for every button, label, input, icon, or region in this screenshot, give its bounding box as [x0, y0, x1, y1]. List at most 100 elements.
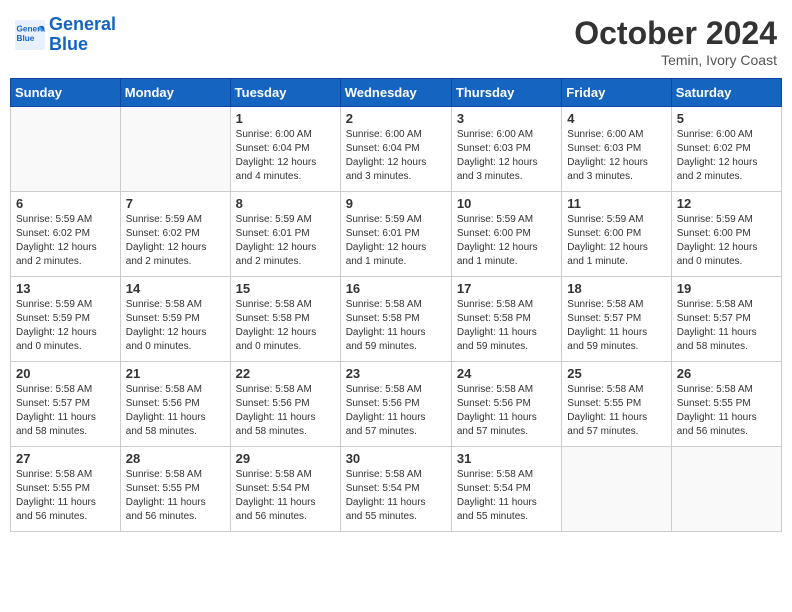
logo: General Blue GeneralBlue	[15, 15, 116, 55]
week-row: 13 Sunrise: 5:59 AM Sunset: 5:59 PM Dayli…	[11, 277, 782, 362]
week-row: 27 Sunrise: 5:58 AM Sunset: 5:55 PM Dayli…	[11, 447, 782, 532]
calendar-cell: 23 Sunrise: 5:58 AM Sunset: 5:56 PM Dayli…	[340, 362, 451, 447]
calendar-cell: 9 Sunrise: 5:59 AM Sunset: 6:01 PM Daylig…	[340, 192, 451, 277]
weekday-header: Saturday	[671, 79, 781, 107]
day-number: 15	[236, 281, 335, 296]
week-row: 1 Sunrise: 6:00 AM Sunset: 6:04 PM Daylig…	[11, 107, 782, 192]
calendar-cell: 4 Sunrise: 6:00 AM Sunset: 6:03 PM Daylig…	[562, 107, 671, 192]
title-block: October 2024 Temin, Ivory Coast	[574, 15, 777, 68]
day-info: Sunrise: 5:59 AM Sunset: 6:02 PM Dayligh…	[16, 213, 115, 269]
day-number: 17	[457, 281, 556, 296]
calendar-cell	[562, 447, 671, 532]
day-info: Sunrise: 5:58 AM Sunset: 5:58 PM Dayligh…	[346, 298, 446, 354]
calendar-cell: 3 Sunrise: 6:00 AM Sunset: 6:03 PM Daylig…	[451, 107, 561, 192]
location: Temin, Ivory Coast	[574, 52, 777, 68]
day-number: 16	[346, 281, 446, 296]
day-number: 9	[346, 196, 446, 211]
calendar-cell: 14 Sunrise: 5:58 AM Sunset: 5:59 PM Dayli…	[120, 277, 230, 362]
day-info: Sunrise: 5:58 AM Sunset: 5:55 PM Dayligh…	[16, 468, 115, 524]
day-info: Sunrise: 5:59 AM Sunset: 5:59 PM Dayligh…	[16, 298, 115, 354]
week-row: 20 Sunrise: 5:58 AM Sunset: 5:57 PM Dayli…	[11, 362, 782, 447]
day-info: Sunrise: 5:59 AM Sunset: 6:01 PM Dayligh…	[236, 213, 335, 269]
day-number: 31	[457, 451, 556, 466]
weekday-header: Sunday	[11, 79, 121, 107]
day-info: Sunrise: 6:00 AM Sunset: 6:04 PM Dayligh…	[236, 128, 335, 184]
day-number: 11	[567, 196, 665, 211]
calendar-cell: 1 Sunrise: 6:00 AM Sunset: 6:04 PM Daylig…	[230, 107, 340, 192]
weekday-header: Wednesday	[340, 79, 451, 107]
calendar: SundayMondayTuesdayWednesdayThursdayFrid…	[10, 78, 782, 532]
day-number: 27	[16, 451, 115, 466]
weekday-header-row: SundayMondayTuesdayWednesdayThursdayFrid…	[11, 79, 782, 107]
calendar-cell: 20 Sunrise: 5:58 AM Sunset: 5:57 PM Dayli…	[11, 362, 121, 447]
day-info: Sunrise: 5:58 AM Sunset: 5:56 PM Dayligh…	[126, 383, 225, 439]
day-info: Sunrise: 5:58 AM Sunset: 5:56 PM Dayligh…	[346, 383, 446, 439]
weekday-header: Thursday	[451, 79, 561, 107]
day-info: Sunrise: 5:59 AM Sunset: 6:00 PM Dayligh…	[457, 213, 556, 269]
day-number: 25	[567, 366, 665, 381]
day-info: Sunrise: 5:58 AM Sunset: 5:55 PM Dayligh…	[126, 468, 225, 524]
calendar-cell: 2 Sunrise: 6:00 AM Sunset: 6:04 PM Daylig…	[340, 107, 451, 192]
day-number: 22	[236, 366, 335, 381]
day-info: Sunrise: 5:58 AM Sunset: 5:55 PM Dayligh…	[677, 383, 776, 439]
calendar-cell: 29Sunrise: 5:58 AM Sunset: 5:54 PM Dayli…	[230, 447, 340, 532]
day-number: 10	[457, 196, 556, 211]
day-number: 8	[236, 196, 335, 211]
day-info: Sunrise: 5:58 AM Sunset: 5:54 PM Dayligh…	[236, 468, 335, 524]
day-info: Sunrise: 5:58 AM Sunset: 5:54 PM Dayligh…	[346, 468, 446, 524]
day-info: Sunrise: 5:58 AM Sunset: 5:54 PM Dayligh…	[457, 468, 556, 524]
day-info: Sunrise: 5:58 AM Sunset: 5:59 PM Dayligh…	[126, 298, 225, 354]
day-info: Sunrise: 6:00 AM Sunset: 6:03 PM Dayligh…	[567, 128, 665, 184]
calendar-cell: 8 Sunrise: 5:59 AM Sunset: 6:01 PM Daylig…	[230, 192, 340, 277]
calendar-cell	[671, 447, 781, 532]
day-number: 14	[126, 281, 225, 296]
day-number: 7	[126, 196, 225, 211]
day-number: 21	[126, 366, 225, 381]
svg-text:Blue: Blue	[17, 34, 35, 43]
calendar-cell: 12 Sunrise: 5:59 AM Sunset: 6:00 PM Dayli…	[671, 192, 781, 277]
day-number: 5	[677, 111, 776, 126]
day-number: 3	[457, 111, 556, 126]
day-info: Sunrise: 6:00 AM Sunset: 6:04 PM Dayligh…	[346, 128, 446, 184]
day-number: 26	[677, 366, 776, 381]
calendar-cell: 26 Sunrise: 5:58 AM Sunset: 5:55 PM Dayli…	[671, 362, 781, 447]
calendar-cell: 17 Sunrise: 5:58 AM Sunset: 5:58 PM Dayli…	[451, 277, 561, 362]
day-info: Sunrise: 5:58 AM Sunset: 5:56 PM Dayligh…	[236, 383, 335, 439]
day-number: 4	[567, 111, 665, 126]
day-info: Sunrise: 5:58 AM Sunset: 5:56 PM Dayligh…	[457, 383, 556, 439]
calendar-cell: 19Sunrise: 5:58 AM Sunset: 5:57 PM Dayli…	[671, 277, 781, 362]
calendar-cell	[120, 107, 230, 192]
calendar-cell: 5 Sunrise: 6:00 AM Sunset: 6:02 PM Daylig…	[671, 107, 781, 192]
day-number: 19	[677, 281, 776, 296]
day-info: Sunrise: 5:58 AM Sunset: 5:58 PM Dayligh…	[457, 298, 556, 354]
calendar-cell: 25Sunrise: 5:58 AM Sunset: 5:55 PM Dayli…	[562, 362, 671, 447]
week-row: 6 Sunrise: 5:59 AM Sunset: 6:02 PM Daylig…	[11, 192, 782, 277]
day-number: 24	[457, 366, 556, 381]
day-number: 12	[677, 196, 776, 211]
day-info: Sunrise: 5:58 AM Sunset: 5:57 PM Dayligh…	[16, 383, 115, 439]
day-number: 13	[16, 281, 115, 296]
day-number: 1	[236, 111, 335, 126]
day-info: Sunrise: 6:00 AM Sunset: 6:03 PM Dayligh…	[457, 128, 556, 184]
calendar-cell: 28 Sunrise: 5:58 AM Sunset: 5:55 PM Dayli…	[120, 447, 230, 532]
page-header: General Blue GeneralBlue October 2024 Te…	[10, 10, 782, 68]
weekday-header: Monday	[120, 79, 230, 107]
day-info: Sunrise: 5:59 AM Sunset: 6:02 PM Dayligh…	[126, 213, 225, 269]
weekday-header: Friday	[562, 79, 671, 107]
calendar-cell: 11Sunrise: 5:59 AM Sunset: 6:00 PM Dayli…	[562, 192, 671, 277]
calendar-cell: 6 Sunrise: 5:59 AM Sunset: 6:02 PM Daylig…	[11, 192, 121, 277]
day-info: Sunrise: 6:00 AM Sunset: 6:02 PM Dayligh…	[677, 128, 776, 184]
calendar-cell: 31 Sunrise: 5:58 AM Sunset: 5:54 PM Dayli…	[451, 447, 561, 532]
day-number: 2	[346, 111, 446, 126]
day-info: Sunrise: 5:58 AM Sunset: 5:57 PM Dayligh…	[567, 298, 665, 354]
month-title: October 2024	[574, 15, 777, 52]
day-number: 23	[346, 366, 446, 381]
day-number: 6	[16, 196, 115, 211]
logo-text: GeneralBlue	[49, 15, 116, 55]
day-number: 28	[126, 451, 225, 466]
calendar-cell: 7 Sunrise: 5:59 AM Sunset: 6:02 PM Daylig…	[120, 192, 230, 277]
day-info: Sunrise: 5:59 AM Sunset: 6:00 PM Dayligh…	[677, 213, 776, 269]
day-number: 20	[16, 366, 115, 381]
day-info: Sunrise: 5:59 AM Sunset: 6:01 PM Dayligh…	[346, 213, 446, 269]
calendar-cell: 27 Sunrise: 5:58 AM Sunset: 5:55 PM Dayli…	[11, 447, 121, 532]
